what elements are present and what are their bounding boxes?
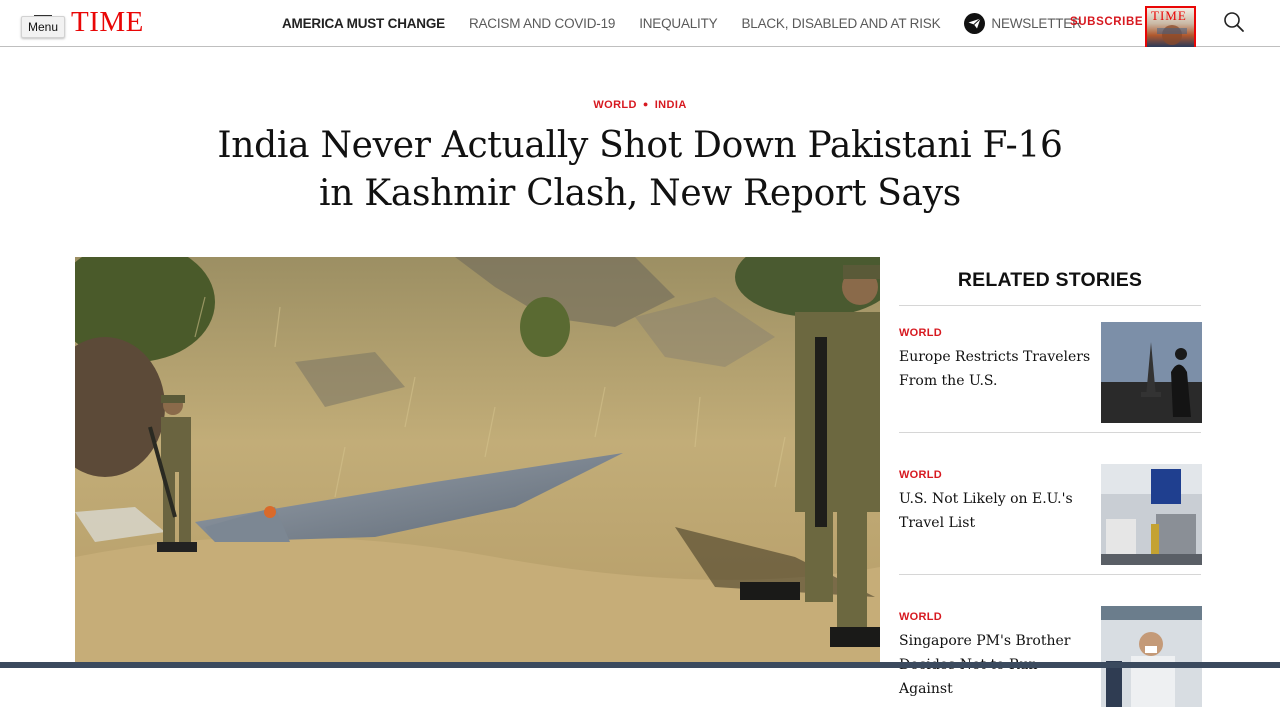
newsletter-icon (964, 12, 986, 34)
kicker-india-link[interactable]: INDIA (655, 99, 687, 111)
newsletter-link[interactable]: NEWSLETTER (964, 12, 1082, 34)
search-icon[interactable] (1223, 11, 1245, 33)
bottom-bar (0, 662, 1280, 668)
hero-image (75, 257, 880, 668)
related-stories-heading: RELATED STORIES (957, 269, 1143, 291)
story-thumbnail[interactable] (1101, 322, 1202, 423)
top-navigation-bar: Menu TIME AMERICA MUST CHANGE RACISM AND… (0, 0, 1280, 47)
story-title[interactable]: U.S. Not Likely on E.U.'s Travel List (899, 487, 1091, 535)
nav-item-racism-and-covid[interactable]: RACISM AND COVID-19 (469, 16, 615, 31)
related-story-3[interactable]: WORLD Singapore PM's Brother Decides Not… (899, 590, 1202, 716)
article-kicker: WORLD ● INDIA (0, 99, 1280, 111)
kicker-world-link[interactable]: WORLD (593, 99, 637, 111)
nav-item-black-disabled-at-risk[interactable]: BLACK, DISABLED AND AT RISK (741, 16, 940, 31)
time-logo[interactable]: TIME (71, 4, 144, 40)
section-nav: AMERICA MUST CHANGE RACISM AND COVID-19 … (282, 0, 1082, 46)
nav-item-america-must-change[interactable]: AMERICA MUST CHANGE (282, 16, 445, 31)
story-title[interactable]: Europe Restricts Travelers From the U.S. (899, 345, 1091, 393)
headline-line-1: India Never Actually Shot Down Pakistani… (217, 125, 1063, 166)
story-divider (899, 432, 1201, 433)
magazine-cover-thumbnail[interactable]: TIME (1145, 6, 1196, 47)
related-story-1[interactable]: WORLD Europe Restricts Travelers From th… (899, 306, 1202, 433)
story-tag[interactable]: WORLD (899, 611, 942, 623)
story-thumbnail[interactable] (1101, 464, 1202, 565)
story-tag[interactable]: WORLD (899, 469, 942, 481)
headline-line-2: in Kashmir Clash, New Report Says (319, 173, 961, 214)
related-story-2[interactable]: WORLD U.S. Not Likely on E.U.'s Travel L… (899, 448, 1202, 575)
story-tag[interactable]: WORLD (899, 327, 942, 339)
newsletter-label: NEWSLETTER (991, 15, 1082, 31)
article-headline: India Never Actually Shot Down Pakistani… (140, 122, 1140, 218)
story-divider (899, 574, 1201, 575)
nav-item-inequality[interactable]: INEQUALITY (639, 16, 717, 31)
story-thumbnail[interactable] (1101, 606, 1202, 707)
kicker-separator: ● (642, 99, 649, 109)
subscribe-link[interactable]: SUBSCRIBE (1070, 16, 1143, 28)
menu-button[interactable]: Menu (21, 16, 66, 38)
